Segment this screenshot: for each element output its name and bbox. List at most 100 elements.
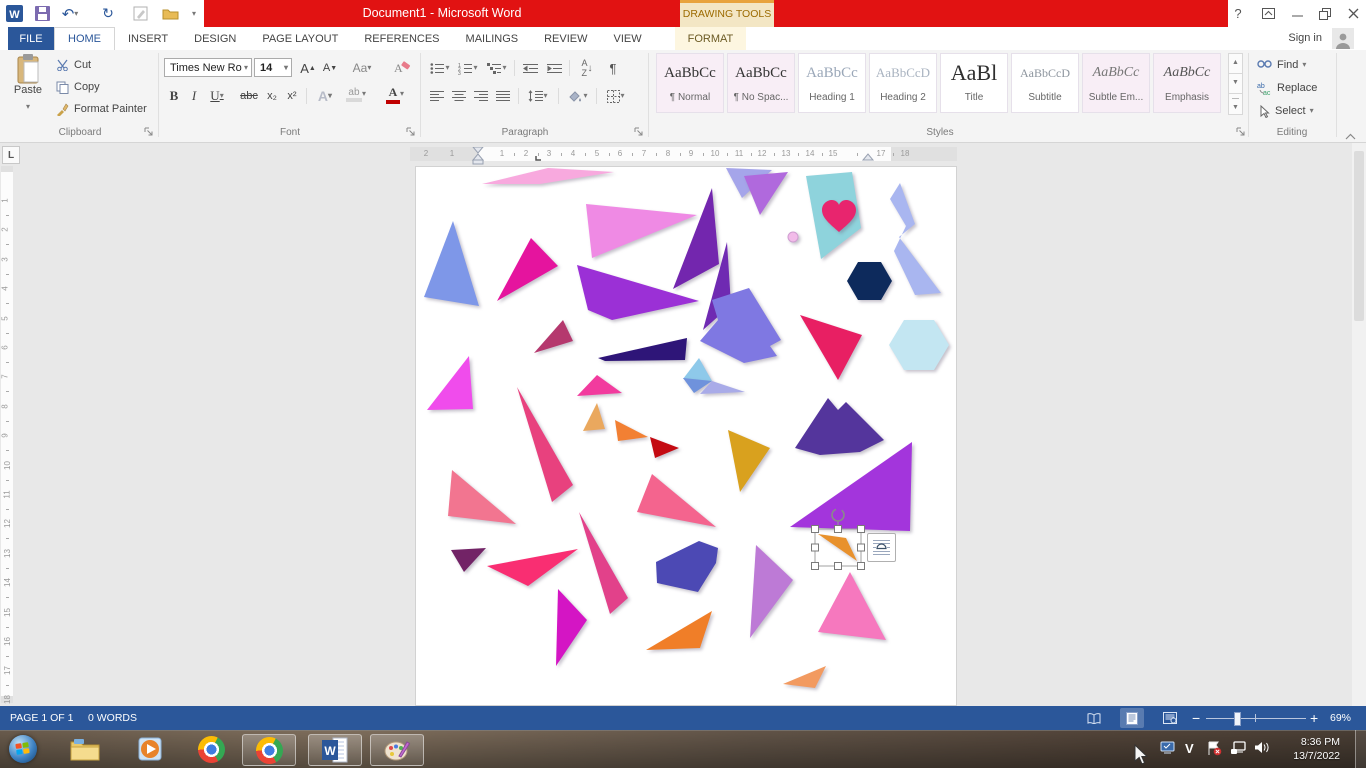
style-heading-2[interactable]: AaBbCcDHeading 2 xyxy=(869,53,937,113)
chrome-icon-2[interactable] xyxy=(242,734,296,766)
shape-tan-small[interactable] xyxy=(583,403,605,431)
minimize-button[interactable] xyxy=(1283,0,1311,27)
shape-sliver-pink[interactable] xyxy=(482,168,614,184)
underline-button[interactable]: U▾ xyxy=(205,86,229,106)
web-layout-button[interactable] xyxy=(1158,708,1182,728)
collapse-ribbon-button[interactable] xyxy=(1340,129,1360,143)
change-case-button[interactable]: Aa▾ xyxy=(348,58,376,78)
selection-handle[interactable] xyxy=(858,544,865,551)
tab-insert[interactable]: INSERT xyxy=(115,27,181,50)
italic-button[interactable]: I xyxy=(187,86,201,106)
sign-in-link[interactable]: Sign in xyxy=(1288,27,1322,50)
file-explorer-icon[interactable] xyxy=(70,734,100,764)
tab-references[interactable]: REFERENCES xyxy=(351,27,452,50)
selection-handle[interactable] xyxy=(812,544,819,551)
tray-v-icon[interactable]: V xyxy=(1185,741,1194,756)
shape-violetpink-left[interactable] xyxy=(427,356,473,410)
ruler-indent-markers[interactable] xyxy=(410,147,957,167)
shape-pink-bottom[interactable] xyxy=(818,572,886,640)
chrome-icon-1[interactable] xyxy=(196,734,226,764)
shape-paleblue-hexagon[interactable] xyxy=(889,320,949,370)
tab-format-contextual[interactable]: FORMAT xyxy=(675,27,747,50)
decrease-indent-button[interactable] xyxy=(519,58,541,78)
zoom-slider-thumb[interactable] xyxy=(1234,712,1241,726)
styles-scroll-up[interactable]: ▲ xyxy=(1228,53,1243,74)
tab-home[interactable]: HOME xyxy=(54,27,115,50)
styles-more-button[interactable]: —▼ xyxy=(1228,94,1243,115)
shrink-font-button[interactable]: A▼ xyxy=(320,58,340,78)
align-right-button[interactable] xyxy=(471,86,491,106)
style-heading-1[interactable]: AaBbCcHeading 1 xyxy=(798,53,866,113)
shape-darkred-small[interactable] xyxy=(650,437,679,458)
zoom-out-button[interactable]: − xyxy=(1192,706,1200,730)
clear-formatting-button[interactable]: A xyxy=(390,58,414,78)
find-button[interactable]: Find▾ xyxy=(1257,55,1306,75)
font-dialog-launcher[interactable] xyxy=(406,127,417,138)
justify-button[interactable] xyxy=(493,86,513,106)
layout-options-button[interactable] xyxy=(867,533,896,562)
shape-pink-skinny-1[interactable] xyxy=(517,387,573,502)
strikethrough-button[interactable]: abc xyxy=(237,86,261,106)
shape-salmon[interactable] xyxy=(448,470,516,524)
word-count[interactable]: 0 WORDS xyxy=(88,706,137,730)
shape-selected-orange[interactable] xyxy=(818,534,857,561)
volume-icon[interactable] xyxy=(1254,741,1270,754)
undo-icon[interactable]: ↶▾ xyxy=(60,4,80,23)
style-no-spac[interactable]: AaBbCc¶ No Spac... xyxy=(727,53,795,113)
style-subtitle[interactable]: AaBbCcDSubtitle xyxy=(1011,53,1079,113)
shape-darkpurple-mountain[interactable] xyxy=(795,398,884,455)
word-taskbar-icon[interactable]: W xyxy=(308,734,362,766)
shape-bigpurple-right[interactable] xyxy=(790,442,912,531)
selection-handle[interactable] xyxy=(858,526,865,533)
shape-periwinkle-zigzag[interactable] xyxy=(890,183,941,295)
tab-selector[interactable]: L xyxy=(2,146,20,164)
network-icon[interactable] xyxy=(1230,741,1247,755)
avatar-icon[interactable] xyxy=(1332,28,1354,49)
action-center-icon[interactable] xyxy=(1206,741,1222,756)
superscript-button[interactable]: x² xyxy=(283,86,301,106)
select-button[interactable]: Select▾ xyxy=(1257,101,1314,121)
selection-handle[interactable] xyxy=(835,526,842,533)
restore-button[interactable] xyxy=(1311,0,1339,27)
close-icon[interactable] xyxy=(1339,0,1366,27)
subscript-button[interactable]: x₂ xyxy=(263,86,281,106)
text-effects-button[interactable]: A▾ xyxy=(312,86,338,106)
style-normal[interactable]: AaBbCc¶ Normal xyxy=(656,53,724,113)
selection-handle[interactable] xyxy=(812,526,819,533)
copy-button[interactable]: Copy xyxy=(56,78,100,96)
zoom-level[interactable]: 69% xyxy=(1330,706,1351,730)
increase-indent-button[interactable] xyxy=(543,58,565,78)
shape-magenta-left[interactable] xyxy=(497,238,558,301)
shape-hotpink-left[interactable] xyxy=(487,549,578,586)
shape-amethyst-top[interactable] xyxy=(744,172,788,215)
shape-pink-mid[interactable] xyxy=(637,474,716,527)
help-button[interactable]: ? xyxy=(1224,0,1252,27)
selection-handle[interactable] xyxy=(812,563,819,570)
zoom-in-button[interactable]: + xyxy=(1310,706,1318,730)
read-mode-button[interactable] xyxy=(1082,708,1106,728)
ribbon-display-button[interactable] xyxy=(1254,0,1282,27)
shape-pink-dot[interactable] xyxy=(788,232,798,242)
tab-file[interactable]: FILE xyxy=(8,27,54,50)
align-center-button[interactable] xyxy=(449,86,469,106)
tab-mailings[interactable]: MAILINGS xyxy=(453,27,532,50)
font-color-button[interactable]: A▾ xyxy=(380,84,410,104)
grow-font-button[interactable]: A▲ xyxy=(298,58,318,78)
tray-app-icon[interactable] xyxy=(1160,741,1175,754)
shape-indigo-pentagon[interactable] xyxy=(656,541,718,592)
clipboard-dialog-launcher[interactable] xyxy=(144,127,155,138)
shape-cornflower-left[interactable] xyxy=(424,221,479,306)
numbering-button[interactable]: 123▾ xyxy=(455,58,481,78)
start-button[interactable] xyxy=(8,734,38,764)
selection-handle[interactable] xyxy=(835,563,842,570)
shape-orange-small[interactable] xyxy=(615,420,648,441)
cut-button[interactable]: Cut xyxy=(56,56,91,74)
sort-button[interactable]: AZ↓ xyxy=(575,58,599,78)
align-left-button[interactable] xyxy=(427,86,447,106)
shape-goldenrod[interactable] xyxy=(728,430,770,492)
shape-hotpink-small[interactable] xyxy=(577,375,622,396)
zoom-slider-track[interactable] xyxy=(1206,718,1306,719)
font-size-combo[interactable]: 14▾ xyxy=(254,58,292,77)
shape-maroon-small[interactable] xyxy=(534,320,573,353)
format-painter-button[interactable]: Format Painter xyxy=(56,100,147,118)
